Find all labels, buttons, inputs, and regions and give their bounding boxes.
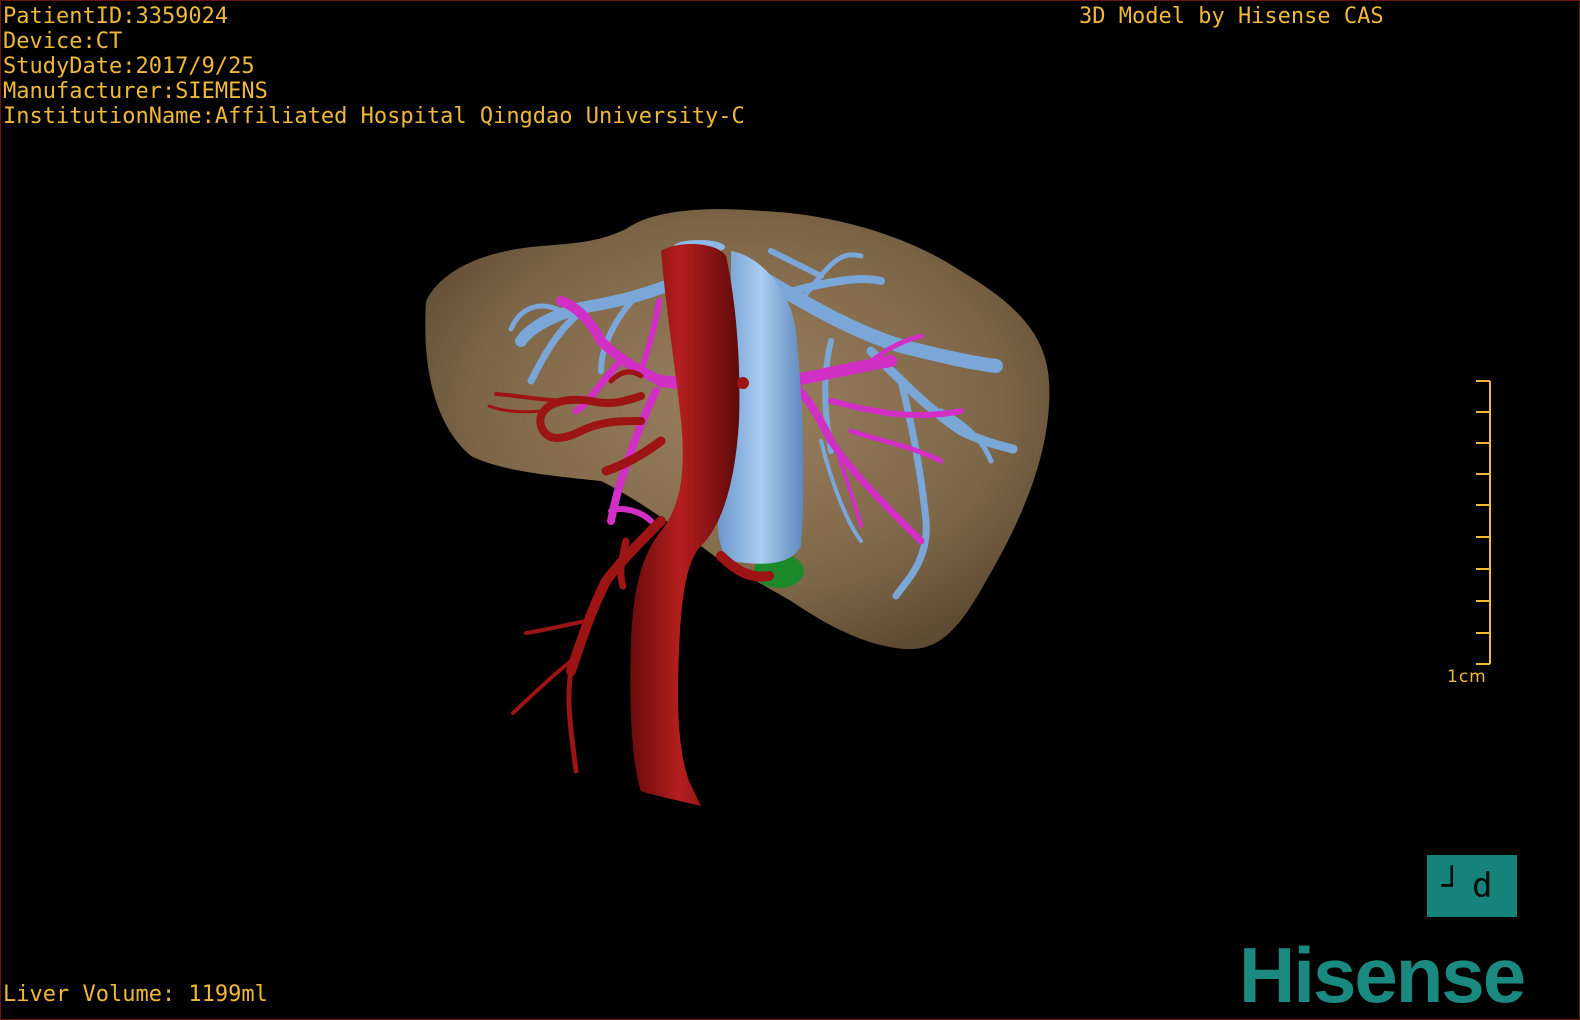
study-date-label: StudyDate:2017/9/25 <box>3 54 255 79</box>
orientation-icon: ┘d <box>1441 866 1503 906</box>
liver-volume-readout: Liver Volume: 1199ml <box>3 982 268 1007</box>
model-watermark: 3D Model by Hisense CAS <box>1079 4 1384 29</box>
hisense-logo: Hisense <box>1239 931 1526 1019</box>
scale-bar-ruler <box>1476 380 1491 665</box>
institution-label: InstitutionName:Affiliated Hospital Qing… <box>3 104 745 129</box>
manufacturer-label: Manufacturer:SIEMENS <box>3 79 268 104</box>
scale-bar-label: 1cm <box>1447 667 1487 687</box>
orientation-toggle-button[interactable]: ┘d <box>1427 855 1517 917</box>
dicom-info-block: PatientID:3359024 Device:CT StudyDate:20… <box>3 4 745 129</box>
patient-id-label: PatientID:3359024 <box>3 4 229 29</box>
3d-viewport[interactable]: PatientID:3359024 Device:CT StudyDate:20… <box>0 0 1580 1020</box>
device-label: Device:CT <box>3 29 123 54</box>
liver-3d-model[interactable] <box>1 1 1580 1020</box>
